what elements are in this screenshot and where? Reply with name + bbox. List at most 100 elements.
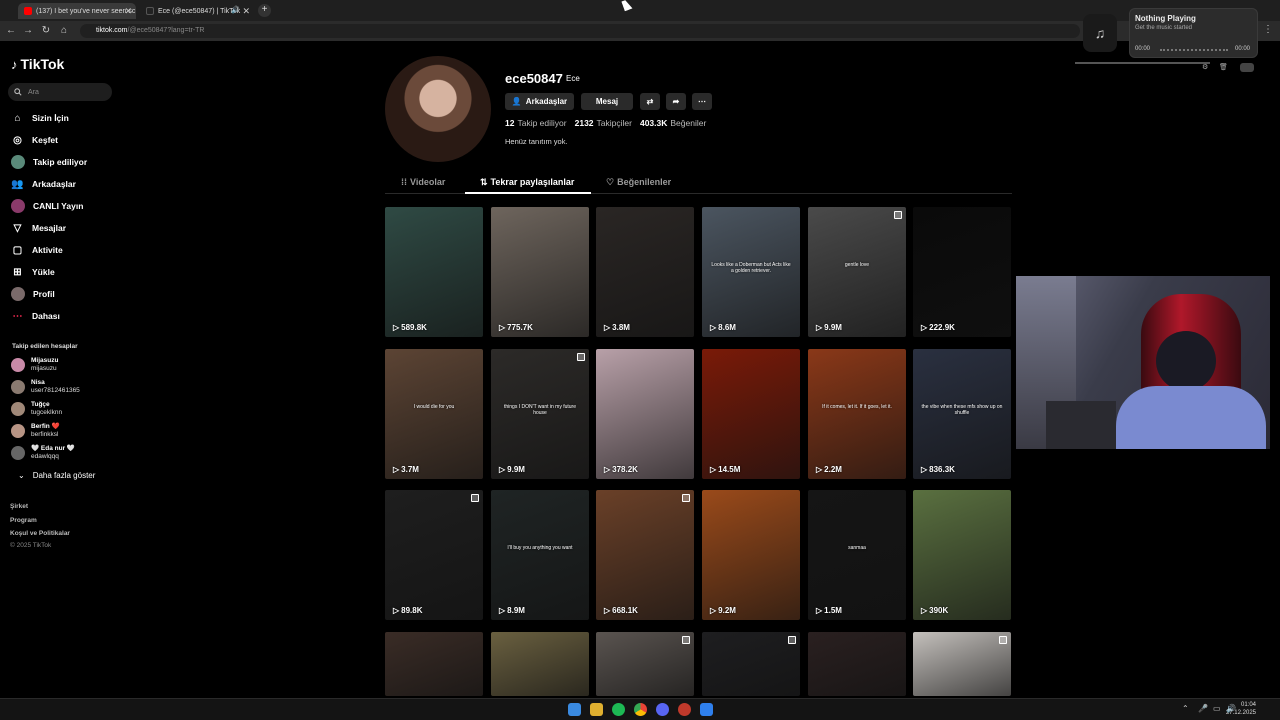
- tab-videos[interactable]: ⁞⁞ Videolar: [401, 177, 445, 187]
- video-tile[interactable]: If it comes, let it. If it goes, let it.…: [808, 349, 906, 479]
- speaker-icon[interactable]: 🔊: [231, 6, 240, 14]
- more-options-button[interactable]: ⋯: [692, 93, 712, 110]
- tab-title: Ece (@ece50847) | TikTok: [158, 7, 241, 15]
- video-tile[interactable]: ▷ 668.1K: [596, 490, 694, 620]
- app-icon[interactable]: [700, 703, 713, 716]
- avatar: [11, 446, 25, 460]
- nav-activity[interactable]: ▢ Aktivite: [11, 243, 63, 257]
- tab-title: (137) I bet you've never seen sc: [36, 7, 136, 15]
- video-tile[interactable]: [808, 632, 906, 696]
- followers-count: 2132: [574, 118, 594, 128]
- browser-menu-icon[interactable]: ⋮: [1262, 24, 1274, 35]
- media-trash-icon[interactable]: 🗑: [1219, 63, 1228, 71]
- footer-link-terms[interactable]: Koşul ve Politikalar: [10, 530, 70, 537]
- compass-icon: ◎: [13, 134, 22, 146]
- windows-start-icon[interactable]: [568, 703, 581, 716]
- nav-friends[interactable]: 👥 Arkadaşlar: [11, 177, 76, 191]
- video-tile[interactable]: ▷ 3.8M: [596, 207, 694, 337]
- nav-following[interactable]: Takip ediliyor: [11, 155, 87, 169]
- nav-profile[interactable]: Profil: [11, 287, 55, 301]
- video-tile[interactable]: [385, 632, 483, 696]
- close-tab-icon[interactable]: ✕: [242, 6, 250, 17]
- video-tile[interactable]: [596, 632, 694, 696]
- video-tile[interactable]: ▷ 589.8K: [385, 207, 483, 337]
- nav-explore[interactable]: ◎ Keşfet: [11, 133, 58, 147]
- tab-liked[interactable]: ♡ Beğenilenler: [606, 177, 671, 188]
- video-tile[interactable]: ▷ 14.5M: [702, 349, 800, 479]
- back-icon[interactable]: ←: [5, 25, 17, 36]
- file-explorer-icon[interactable]: [590, 703, 603, 716]
- video-caption: If it comes, let it. If it goes, let it.: [822, 403, 892, 410]
- search-input[interactable]: Ara: [8, 83, 112, 101]
- nav-more[interactable]: ⋯ Dahası: [11, 309, 60, 323]
- forward-icon[interactable]: →: [22, 25, 34, 36]
- video-tile[interactable]: gentle love ▷ 9.9M: [808, 207, 906, 337]
- video-tile[interactable]: [491, 632, 589, 696]
- play-icon: ▷: [816, 606, 823, 615]
- account-name: Nisa: [31, 379, 45, 386]
- message-button[interactable]: Mesaj: [581, 93, 633, 110]
- footer-link-program[interactable]: Program: [10, 517, 37, 524]
- tiktok-logo[interactable]: ♪ TikTok: [11, 56, 64, 72]
- following-account[interactable]: Nisa user7812461365: [11, 379, 80, 395]
- follow-options-button[interactable]: ⇄: [640, 93, 660, 110]
- following-account[interactable]: Tuğçe tugceklknn: [11, 401, 62, 417]
- discord-icon[interactable]: [656, 703, 669, 716]
- close-tab-icon[interactable]: ✕: [124, 6, 132, 17]
- video-tile[interactable]: [702, 632, 800, 696]
- nav-live[interactable]: CANLI Yayın: [11, 199, 83, 213]
- show-more-button[interactable]: ⌄ Daha fazla göster: [18, 471, 95, 480]
- ellipsis-icon: ⋯: [698, 97, 706, 106]
- spotify-icon[interactable]: [612, 703, 625, 716]
- following-account[interactable]: 🤍 Eda nur 🤍 edawlqqq: [11, 445, 75, 461]
- following-account[interactable]: Mijasuzu mijasuzu: [11, 357, 58, 373]
- address-bar[interactable]: tiktok.com/@ece50847?lang=tr-TR: [80, 24, 1080, 38]
- nav-messages[interactable]: ▽ Mesajlar: [11, 221, 66, 235]
- play-icon: ▷: [393, 465, 400, 474]
- system-clock[interactable]: 01:04 27.12.2025: [1226, 701, 1256, 717]
- nav-for-you[interactable]: ⌂ Sizin İçin: [11, 111, 68, 125]
- video-tile[interactable]: [913, 632, 1011, 696]
- following-stat[interactable]: 12 Takip ediliyor: [505, 118, 567, 128]
- video-tile[interactable]: I'll buy you anything you want ▷ 8.9M: [491, 490, 589, 620]
- video-tile[interactable]: the vibe when these mfs show up on shuff…: [913, 349, 1011, 479]
- view-count: 9.2M: [718, 606, 736, 615]
- music-time-start: 00:00: [1135, 46, 1151, 52]
- media-settings-icon[interactable]: ⚙: [1202, 63, 1208, 71]
- video-tile[interactable]: Looks like a Doberman but Acts like a go…: [702, 207, 800, 337]
- new-tab-button[interactable]: +: [258, 4, 271, 17]
- media-toggle-icon[interactable]: [1240, 63, 1254, 72]
- friends-button[interactable]: 👤 Arkadaşlar: [505, 93, 574, 110]
- microphone-icon[interactable]: 🎤: [1198, 704, 1208, 713]
- video-tile[interactable]: ▷ 378.2K: [596, 349, 694, 479]
- obs-icon[interactable]: [678, 703, 691, 716]
- music-player-icon[interactable]: ♫: [1083, 14, 1117, 52]
- video-tile[interactable]: I would die for you ▷ 3.7M: [385, 349, 483, 479]
- browser-tab-youtube[interactable]: (137) I bet you've never seen sc ✕: [18, 3, 136, 19]
- view-count: 668.1K: [612, 606, 638, 615]
- music-progress-bar[interactable]: [1160, 49, 1228, 51]
- share-button[interactable]: ➦: [666, 93, 686, 110]
- browser-tab-tiktok[interactable]: Ece (@ece50847) | TikTok 🔊 ✕: [140, 3, 254, 19]
- tab-reposts[interactable]: ⇅ Tekrar paylaşılanlar: [480, 177, 574, 188]
- home-icon[interactable]: ⌂: [58, 25, 70, 36]
- video-tile[interactable]: ▷ 89.8K: [385, 490, 483, 620]
- network-icon[interactable]: ▭: [1213, 704, 1221, 713]
- photo-carousel-icon: [577, 353, 585, 361]
- profile-avatar-large[interactable]: [385, 56, 491, 162]
- chrome-icon[interactable]: [634, 703, 647, 716]
- following-account[interactable]: Berfin ❤️ berfinkksl: [11, 423, 60, 439]
- video-views: ▷ 775.7K: [499, 323, 533, 332]
- reload-icon[interactable]: ↻: [40, 25, 52, 36]
- video-tile[interactable]: ▷ 222.9K: [913, 207, 1011, 337]
- video-tile[interactable]: ▷ 775.7K: [491, 207, 589, 337]
- nav-upload[interactable]: ⊞ Yükle: [11, 265, 54, 279]
- tray-chevron-icon[interactable]: ⌃: [1182, 704, 1189, 713]
- video-tile[interactable]: things I DON'T want in my future house ▷ 9…: [491, 349, 589, 479]
- footer-link-company[interactable]: Şirket: [10, 503, 28, 510]
- video-tile[interactable]: ▷ 9.2M: [702, 490, 800, 620]
- video-views: ▷ 589.8K: [393, 323, 427, 332]
- followers-stat[interactable]: 2132 Takipçiler: [575, 118, 632, 128]
- video-tile[interactable]: ▷ 390K: [913, 490, 1011, 620]
- video-tile[interactable]: sanmaa ▷ 1.5M: [808, 490, 906, 620]
